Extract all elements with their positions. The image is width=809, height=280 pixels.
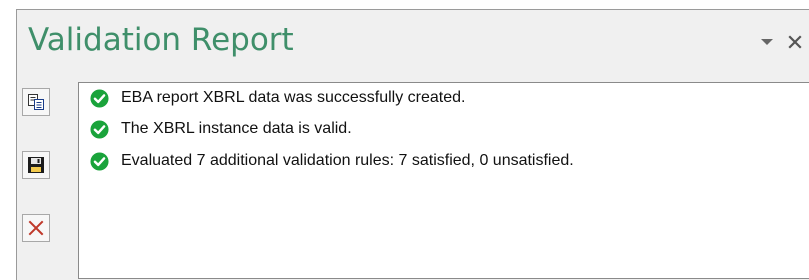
copy-button[interactable] — [22, 88, 50, 116]
pane-close-button[interactable] — [785, 32, 805, 52]
clear-icon — [28, 220, 44, 236]
message-text: The XBRL instance data is valid. — [121, 120, 352, 137]
clear-button[interactable] — [22, 214, 50, 242]
success-check-icon — [90, 88, 109, 108]
success-check-icon — [90, 119, 109, 139]
pane-title-controls — [757, 32, 805, 52]
dropdown-triangle-icon — [761, 39, 773, 45]
validation-report-pane: Validation Report EBA report XBRL data w… — [16, 9, 809, 280]
pane-title: Validation Report — [28, 22, 294, 58]
message-row: Evaluated 7 additional validation rules:… — [90, 150, 574, 172]
pane-menu-button[interactable] — [757, 32, 777, 52]
save-icon — [28, 157, 44, 173]
message-row: EBA report XBRL data was successfully cr… — [90, 87, 465, 109]
close-icon — [788, 35, 802, 49]
save-button[interactable] — [22, 151, 50, 179]
message-text: EBA report XBRL data was successfully cr… — [121, 89, 466, 106]
copy-icon — [28, 94, 44, 110]
message-row: The XBRL instance data is valid. — [90, 118, 352, 140]
message-text: Evaluated 7 additional validation rules:… — [121, 152, 574, 169]
report-messages-area: EBA report XBRL data was successfully cr… — [78, 82, 809, 279]
success-check-icon — [90, 151, 109, 171]
